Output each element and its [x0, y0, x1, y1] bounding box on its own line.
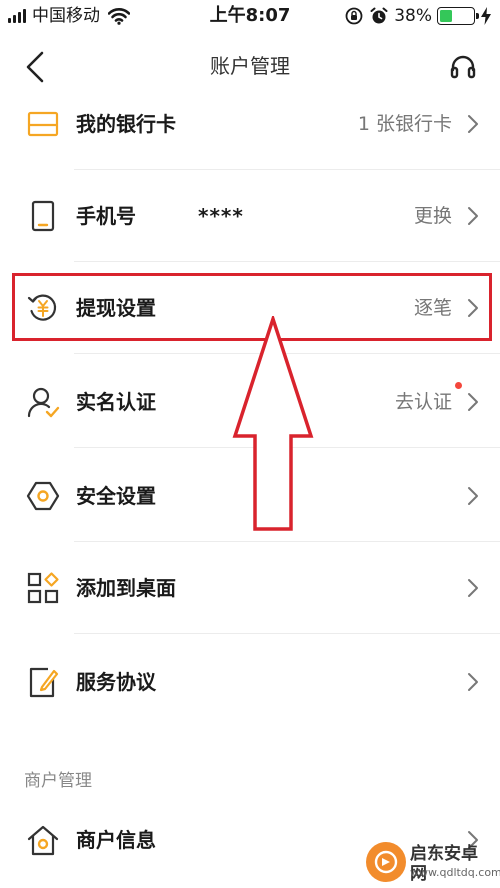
- service-agreement-row[interactable]: 服务协议: [0, 636, 500, 728]
- withdraw-yuan-icon: [26, 291, 60, 325]
- withdraw-settings-label: 提现设置: [76, 296, 156, 320]
- headset-icon: [450, 55, 476, 79]
- phone-label: 手机号: [76, 204, 136, 228]
- bank-card-row[interactable]: 我的银行卡 1 张银行卡: [0, 78, 500, 170]
- chevron-right-icon: [468, 299, 478, 317]
- status-bar: 中国移动 上午8:07 38%: [0, 0, 500, 34]
- withdraw-settings-value: 逐笔: [413, 297, 452, 319]
- change-phone-link[interactable]: 更换: [414, 203, 452, 229]
- real-name-verification-row[interactable]: 实名认证 去认证: [0, 356, 500, 448]
- divider: [74, 447, 500, 448]
- notification-dot: [455, 382, 462, 389]
- merchant-info-label: 商户信息: [76, 828, 156, 852]
- chevron-right-icon: [468, 487, 478, 505]
- phone-number-masked: ****: [198, 204, 244, 228]
- battery-percent: 38%: [394, 6, 432, 26]
- alarm-icon: [370, 7, 388, 24]
- real-name-verification-label: 实名认证: [76, 390, 156, 414]
- phone-row[interactable]: 手机号 **** 更换: [0, 170, 500, 262]
- bank-card-value: 1 张银行卡: [357, 113, 452, 135]
- chevron-right-icon: [468, 393, 478, 411]
- chevron-right-icon: [468, 673, 478, 691]
- add-to-home-row[interactable]: 添加到桌面: [0, 542, 500, 634]
- watermark-logo-icon: [366, 842, 406, 882]
- withdraw-settings-row[interactable]: 提现设置 逐笔: [0, 262, 500, 354]
- bank-card-label: 我的银行卡: [76, 112, 176, 136]
- app-grid-icon: [26, 571, 60, 605]
- security-settings-row[interactable]: 安全设置: [0, 450, 500, 542]
- user-verified-icon: [26, 385, 60, 419]
- merchant-section-header: 商户管理: [24, 771, 92, 791]
- go-verify-link[interactable]: 去认证: [395, 389, 452, 415]
- orientation-lock-icon: [345, 7, 363, 25]
- chevron-right-icon: [468, 579, 478, 597]
- watermark: 启东安卓网 www.qdltdq.com: [366, 842, 500, 884]
- security-settings-label: 安全设置: [76, 484, 156, 508]
- divider: [74, 353, 500, 354]
- service-agreement-label: 服务协议: [76, 670, 156, 694]
- phone-icon: [26, 199, 60, 233]
- bank-card-icon: [26, 107, 60, 141]
- watermark-url: www.qdltdq.com: [410, 866, 500, 879]
- store-home-icon: [26, 823, 60, 857]
- add-to-home-label: 添加到桌面: [76, 576, 176, 600]
- page-title: 账户管理: [210, 54, 290, 78]
- agreement-edit-icon: [26, 665, 60, 699]
- security-hexagon-icon: [26, 479, 60, 513]
- battery-icon: [437, 7, 479, 25]
- chevron-right-icon: [468, 207, 478, 225]
- divider: [74, 633, 500, 634]
- charging-bolt-icon: [481, 7, 491, 25]
- chevron-right-icon: [468, 115, 478, 133]
